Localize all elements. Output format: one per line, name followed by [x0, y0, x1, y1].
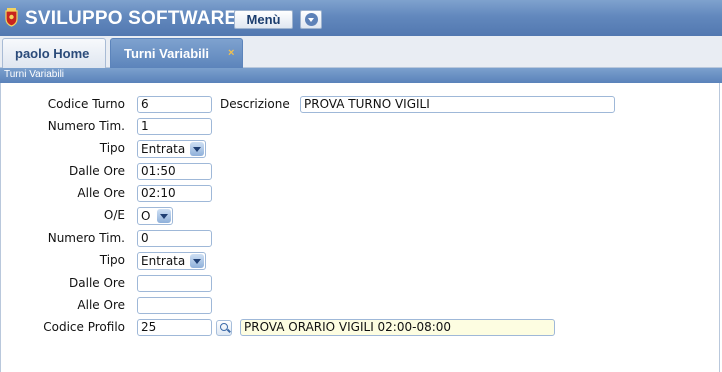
profilo-description-field: PROVA ORARIO VIGILI 02:00-08:00: [240, 319, 555, 336]
chevron-down-icon: [190, 142, 204, 156]
chevron-down-icon: [305, 13, 318, 26]
dalle-ore-2-input[interactable]: [137, 275, 212, 292]
dalle-ore-label: Dalle Ore: [69, 164, 125, 178]
oe-label: O/E: [103, 208, 125, 222]
chevron-down-icon: [157, 209, 171, 223]
numero-tim-label: Numero Tim.: [47, 119, 125, 133]
descrizione-label: Descrizione: [220, 97, 290, 111]
codice-turno-label: Codice Turno: [47, 97, 125, 111]
app-title: SVILUPPO SOFTWARE: [25, 8, 238, 29]
alle-ore-2-input[interactable]: [137, 297, 212, 314]
tipo-select-value: Entrata: [141, 142, 186, 156]
tipo-2-select-value: Entrata: [141, 254, 186, 268]
descrizione-input[interactable]: PROVA TURNO VIGILI: [300, 96, 615, 113]
search-profilo-button[interactable]: [216, 320, 232, 336]
tipo-label: Tipo: [99, 141, 125, 155]
panel-title: Turni Variabili: [4, 69, 65, 80]
tipo-select[interactable]: Entrata: [137, 140, 206, 158]
dalle-ore-2-label: Dalle Ore: [69, 276, 125, 290]
numero-tim-input[interactable]: 1: [137, 118, 212, 135]
oe-select-value: O: [141, 209, 151, 223]
coat-of-arms-icon: [5, 8, 18, 27]
oe-select[interactable]: O: [137, 207, 173, 225]
codice-turno-input[interactable]: 6: [137, 96, 212, 113]
dalle-ore-input[interactable]: 01:50: [137, 163, 212, 180]
codice-profilo-input[interactable]: 25: [137, 319, 212, 336]
panel-header: Turni Variabili: [0, 68, 722, 83]
tab-strip: paolo Home Turni Variabili ×: [0, 36, 722, 68]
top-header-bar: SVILUPPO SOFTWARE Menù: [0, 0, 722, 36]
menu-button[interactable]: Menù: [234, 10, 293, 29]
tab-label: paolo Home: [15, 46, 90, 61]
tab-turni-variabili[interactable]: Turni Variabili ×: [110, 38, 243, 68]
alle-ore-label: Alle Ore: [77, 186, 125, 200]
alle-ore-input[interactable]: 02:10: [137, 185, 212, 202]
codice-profilo-label: Codice Profilo: [43, 320, 125, 334]
alle-ore-2-label: Alle Ore: [77, 298, 125, 312]
tipo-2-select[interactable]: Entrata: [137, 252, 206, 270]
menu-dropdown-button[interactable]: [300, 10, 322, 29]
chevron-down-icon: [190, 254, 204, 268]
tab-label: Turni Variabili: [124, 46, 210, 61]
tab-paolo-home[interactable]: paolo Home: [2, 38, 106, 68]
tipo-2-label: Tipo: [99, 253, 125, 267]
numero-tim-2-input[interactable]: 0: [137, 230, 212, 247]
close-tab-icon[interactable]: ×: [228, 39, 234, 68]
numero-tim-2-label: Numero Tim.: [47, 231, 125, 245]
